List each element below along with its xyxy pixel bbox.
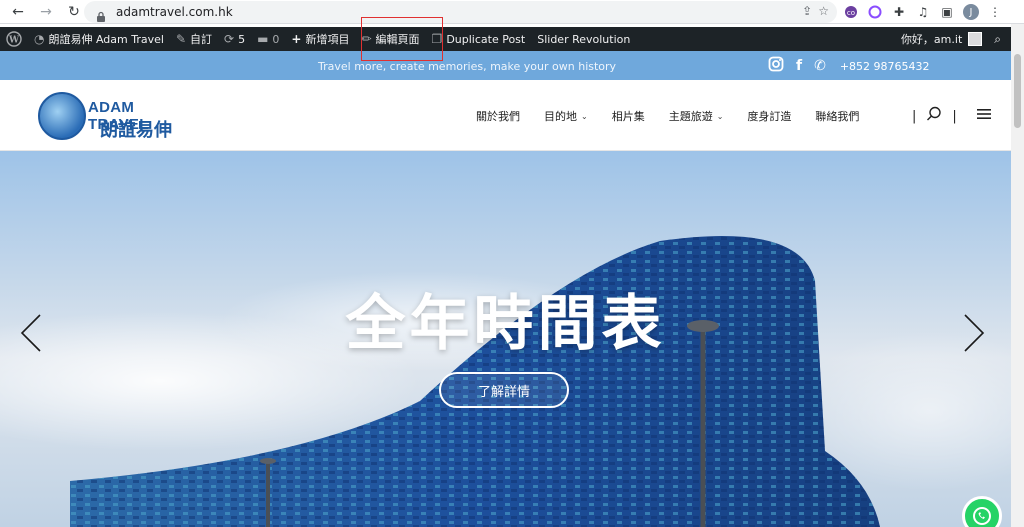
plus-icon: + xyxy=(291,32,302,46)
wp-admin-bar: W ◔ 朗誼易伸 Adam Travel ✎ 自訂 ⟳ 5 ▬ 0 + 新增項目… xyxy=(0,27,1011,51)
extension-icon[interactable] xyxy=(867,4,883,20)
extension-icon[interactable]: co xyxy=(843,4,859,20)
extensions-area: co ✚ ♫ ▣ J ⋮ xyxy=(843,2,1003,22)
scrollbar-thumb[interactable] xyxy=(1014,54,1021,128)
search-icon[interactable] xyxy=(926,106,942,126)
back-arrow-icon[interactable]: ← xyxy=(4,1,32,23)
nav-item-contact[interactable]: 聯絡我們 xyxy=(815,108,859,124)
chevron-down-icon: ⌄ xyxy=(581,111,588,121)
nav-label: 度身訂造 xyxy=(747,110,792,123)
nav-item-about[interactable]: 關於我們 xyxy=(476,108,520,124)
nav-label: 關於我們 xyxy=(476,110,520,123)
duplicate-post-label: Duplicate Post xyxy=(446,32,526,46)
chevron-down-icon: ⌄ xyxy=(716,111,724,121)
main-nav: 關於我們 目的地 ⌄ 相片集 主題旅遊 ⌄ 度身訂造 聯絡我們 xyxy=(476,108,883,124)
wordpress-icon: W xyxy=(6,31,22,47)
nav-label: 相片集 xyxy=(611,110,645,123)
new-content-link[interactable]: + 新增項目 xyxy=(285,27,355,51)
facebook-icon[interactable]: f xyxy=(796,58,802,74)
slider-next-arrow-icon[interactable] xyxy=(963,314,985,359)
user-avatar xyxy=(968,32,983,46)
site-header: ADAM TRAVEL 朗誼易伸 關於我們 目的地 ⌄ 相片集 主題旅遊 ⌄ 度… xyxy=(0,80,1011,151)
star-icon[interactable]: ☆ xyxy=(818,4,829,18)
hero-title: 全年時間表 xyxy=(345,289,666,359)
customize-link[interactable]: ✎ 自訂 xyxy=(170,27,218,51)
lock-icon[interactable] xyxy=(96,7,106,22)
nav-label: 聯絡我們 xyxy=(815,110,860,123)
hero-slider: 全年時間表 了解詳情 xyxy=(0,151,1011,527)
tagline: Travel more, create memories, make your … xyxy=(318,60,617,73)
site-top-bar: Travel more, create memories, make your … xyxy=(0,51,1011,80)
address-bar[interactable]: adamtravel.com.hk ⇪ ☆ xyxy=(84,1,837,23)
instagram-icon[interactable] xyxy=(768,56,784,76)
wordpress-menu[interactable]: W xyxy=(0,27,28,51)
updates-link[interactable]: ⟳ 5 xyxy=(218,27,251,51)
profile-avatar[interactable]: J xyxy=(963,4,979,20)
svg-text:W: W xyxy=(8,36,20,46)
globe-logo-icon xyxy=(38,92,86,140)
more-menu-icon[interactable]: ⋮ xyxy=(987,4,1003,20)
puzzle-icon[interactable]: ✚ xyxy=(891,4,907,20)
new-label: 新增項目 xyxy=(305,33,350,46)
admin-search[interactable]: ⌕ xyxy=(990,27,1005,51)
site-name-link[interactable]: ◔ 朗誼易伸 Adam Travel xyxy=(28,27,170,51)
slider-revolution-label: Slider Revolution xyxy=(537,32,631,46)
phone-icon[interactable]: ✆ xyxy=(814,58,826,74)
browser-nav: ← → ↻ xyxy=(4,1,88,23)
url-text[interactable]: adamtravel.com.hk xyxy=(116,5,233,19)
account-menu[interactable]: 你好，am.it xyxy=(897,27,986,51)
greeting: 你好，am.it xyxy=(900,33,963,46)
media-icon[interactable]: ♫ xyxy=(915,4,931,20)
dashboard-icon: ◔ xyxy=(34,32,45,46)
comments-link[interactable]: ▬ 0 xyxy=(251,27,285,51)
nav-item-destinations[interactable]: 目的地 ⌄ xyxy=(544,108,588,124)
learn-more-button[interactable]: 了解詳情 xyxy=(439,372,569,408)
slider-prev-arrow-icon[interactable] xyxy=(20,314,42,359)
site-name: 朗誼易伸 Adam Travel xyxy=(48,33,164,46)
comment-icon: ▬ xyxy=(257,32,269,46)
header-tools: | | xyxy=(912,106,991,126)
search-icon: ⌕ xyxy=(994,31,1001,46)
nav-item-tailor-made[interactable]: 度身訂造 xyxy=(747,108,791,124)
brush-icon: ✎ xyxy=(175,32,187,46)
customize-label: 自訂 xyxy=(190,33,213,46)
phone-number[interactable]: +852 98765432 xyxy=(840,60,930,73)
forward-arrow-icon[interactable]: → xyxy=(32,1,60,23)
divider: | xyxy=(912,108,917,124)
logo-subtitle: 朗誼易伸 xyxy=(100,120,172,141)
nav-label: 目的地 xyxy=(544,110,577,123)
browser-toolbar: ← → ↻ adamtravel.com.hk ⇪ ☆ co ✚ ♫ ▣ J ⋮ xyxy=(0,0,1024,24)
nav-label: 主題旅遊 xyxy=(668,110,713,123)
menu-icon[interactable] xyxy=(976,108,991,124)
slider-revolution-link[interactable]: Slider Revolution xyxy=(531,27,636,51)
scrollbar[interactable] xyxy=(1011,24,1024,527)
nav-item-gallery[interactable]: 相片集 xyxy=(612,108,645,124)
site-logo[interactable]: ADAM TRAVEL 朗誼易伸 xyxy=(38,92,198,142)
nav-item-theme-tours[interactable]: 主題旅遊 ⌄ xyxy=(669,108,724,124)
divider: | xyxy=(952,108,957,124)
svg-text:co: co xyxy=(847,9,855,17)
refresh-icon: ⟳ xyxy=(224,32,235,46)
highlight-box xyxy=(361,17,443,61)
share-icon[interactable]: ⇪ xyxy=(802,4,812,18)
updates-count: 5 xyxy=(238,32,246,46)
side-panel-icon[interactable]: ▣ xyxy=(939,4,955,20)
comments-count: 0 xyxy=(272,32,280,46)
